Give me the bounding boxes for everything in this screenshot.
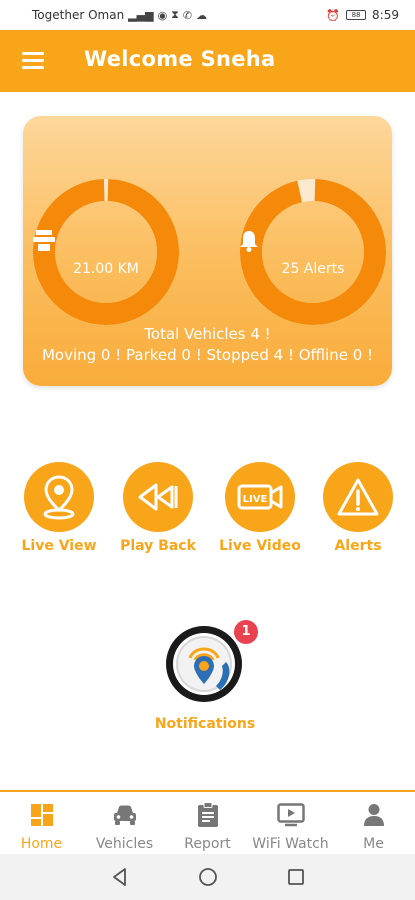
nav-wifi-watch-label: WiFi Watch xyxy=(252,836,329,852)
distance-gauge-fill xyxy=(33,179,179,325)
alerts-button[interactable]: Alerts xyxy=(308,462,408,554)
cloud-icon: ☁ xyxy=(196,8,208,22)
vehicle-status-line: Moving 0 ! Parked 0 ! Stopped 4 ! Offlin… xyxy=(41,346,374,364)
live-video-label: Live Video xyxy=(219,538,301,554)
status-bar: Together Oman ▂▄▆ ◉ ⧗ ✆ ☁ ⏰ 88 8:59 xyxy=(0,0,415,30)
quick-actions: Live View Play Back LIVE Live Video Aler… xyxy=(0,462,415,562)
live-video-button[interactable]: LIVE Live Video xyxy=(210,462,310,554)
alarm-icon: ⏰ xyxy=(326,8,341,22)
person-icon xyxy=(332,802,415,828)
live-video-icon: LIVE xyxy=(225,462,295,532)
distance-label: 21.00 KM xyxy=(73,261,139,277)
bottom-nav: Home Vehicles Report WiFi Watch Me xyxy=(0,790,415,854)
warning-icon xyxy=(323,462,393,532)
home-grid-icon xyxy=(0,802,83,828)
alerts-gauge[interactable]: 25 Alerts xyxy=(238,177,388,327)
carrier-name: Together Oman xyxy=(32,8,125,22)
nav-vehicles[interactable]: Vehicles xyxy=(83,802,166,852)
app-bar: Welcome Sneha xyxy=(0,30,415,92)
play-back-label: Play Back xyxy=(120,538,196,554)
nav-home-label: Home xyxy=(20,836,63,852)
battery-icon: 88 xyxy=(346,10,367,20)
nav-report[interactable]: Report xyxy=(166,802,249,852)
nav-wifi-watch[interactable]: WiFi Watch xyxy=(249,802,332,852)
hamburger-menu-icon[interactable] xyxy=(22,52,44,70)
page-title: Welcome Sneha xyxy=(84,47,276,71)
summary-card: 21.00 KM 25 Alerts Total Vehicles 4 ! Mo… xyxy=(23,116,392,386)
clock: 8:59 xyxy=(372,8,399,22)
nav-vehicles-label: Vehicles xyxy=(95,836,154,852)
system-navigation-bar xyxy=(0,854,415,900)
nav-home[interactable]: Home xyxy=(0,802,83,852)
app-screen: Together Oman ▂▄▆ ◉ ⧗ ✆ ☁ ⏰ 88 8:59 Welc… xyxy=(0,0,415,900)
notification-badge: 1 xyxy=(234,620,258,644)
nav-me-label: Me xyxy=(363,836,384,852)
map-pin-icon xyxy=(24,462,94,532)
phone-icon: ✆ xyxy=(182,8,193,22)
play-back-button[interactable]: Play Back xyxy=(108,462,208,554)
notifications-label: Notifications xyxy=(154,716,256,732)
nav-me[interactable]: Me xyxy=(332,802,415,852)
rewind-icon xyxy=(123,462,193,532)
whatsapp-icon: ◉ xyxy=(157,8,168,22)
car-icon xyxy=(83,802,166,828)
status-left: Together Oman ▂▄▆ ◉ ⧗ ✆ ☁ xyxy=(32,8,207,22)
vehicle-totals: Total Vehicles 4 ! Moving 0 ! Parked 0 !… xyxy=(23,324,392,366)
alerts-label: 25 Alerts xyxy=(281,261,345,277)
play-screen-icon xyxy=(249,802,332,828)
svg-text:LIVE: LIVE xyxy=(243,494,268,505)
recents-icon[interactable] xyxy=(286,867,306,887)
live-view-label: Live View xyxy=(21,538,97,554)
clipboard-icon xyxy=(166,802,249,828)
nav-report-label: Report xyxy=(184,836,231,852)
distance-gauge[interactable]: 21.00 KM xyxy=(31,177,181,327)
live-view-button[interactable]: Live View xyxy=(9,462,109,554)
battery-level: 88 xyxy=(351,11,361,19)
alerts-gauge-ring xyxy=(240,179,386,325)
status-right: ⏰ 88 8:59 xyxy=(326,8,399,22)
alerts-label: Alerts xyxy=(334,538,382,554)
back-icon[interactable] xyxy=(110,867,130,887)
notifications-button[interactable]: 1 Notifications xyxy=(150,620,260,732)
signal-icon: ▂▄▆ xyxy=(128,8,154,22)
hourglass-icon: ⧗ xyxy=(171,8,179,21)
notifications-logo-icon: 1 xyxy=(160,620,258,702)
alerts-gauge-fill xyxy=(240,179,386,325)
home-circle-icon[interactable] xyxy=(198,867,218,887)
total-vehicles: Total Vehicles 4 ! xyxy=(144,325,271,343)
